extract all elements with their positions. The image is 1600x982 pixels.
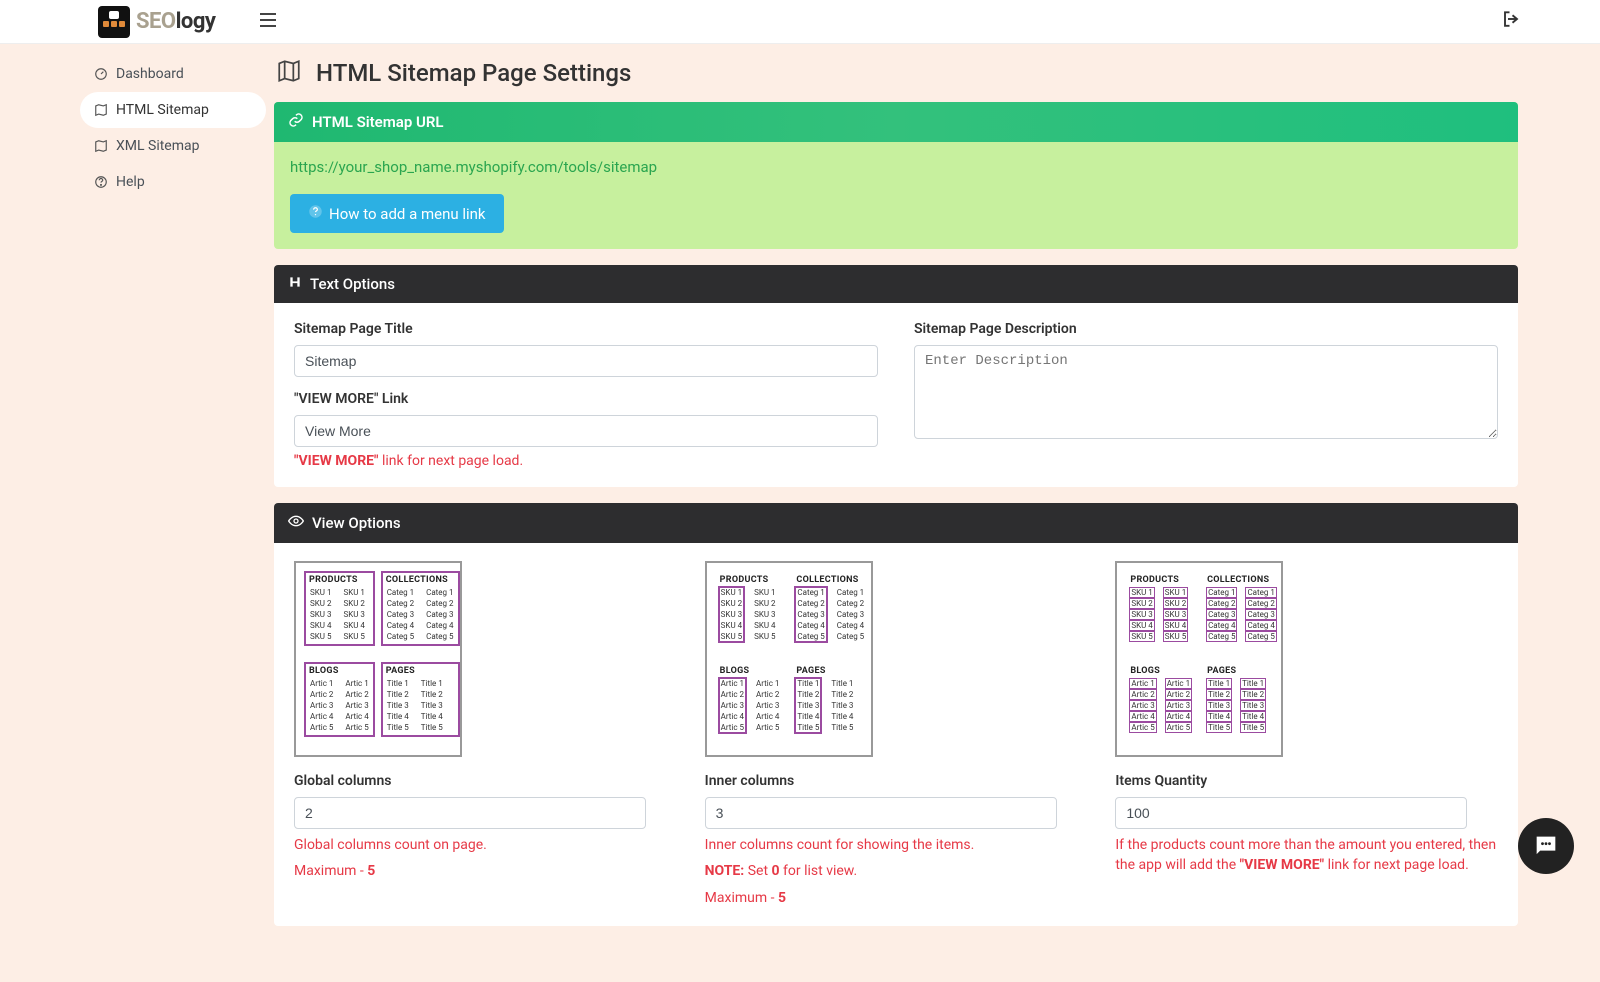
inner-columns-help: Inner columns count for showing the item… <box>705 835 1088 855</box>
view-options-panel: View Options PRODUCTSSKU 1SKU 2SKU 3SKU … <box>274 503 1518 926</box>
sitemap-url-link[interactable]: https://your_shop_name.myshopify.com/too… <box>290 158 1502 176</box>
inner-columns-label: Inner columns <box>705 773 1088 789</box>
link-icon <box>288 112 304 132</box>
global-columns-input[interactable] <box>294 797 646 829</box>
sidebar-item-label: Dashboard <box>116 66 184 82</box>
sidebar-item-label: XML Sitemap <box>116 138 200 154</box>
viewmore-input[interactable] <box>294 415 878 447</box>
inner-note-set: Set <box>744 863 771 879</box>
sidebar: Dashboard HTML Sitemap XML Sitemap Help <box>0 44 260 982</box>
map-icon <box>94 103 108 117</box>
global-columns-help: Global columns count on page. <box>294 835 677 855</box>
viewmore-help-strong: "VIEW MORE" <box>294 453 379 469</box>
view-options-heading: View Options <box>312 514 401 532</box>
chat-fab-button[interactable] <box>1518 818 1574 874</box>
app-logo: SEOlogy <box>98 6 215 38</box>
global-columns-label: Global columns <box>294 773 677 789</box>
items-quantity-input[interactable] <box>1115 797 1467 829</box>
text-options-panel: Text Options Sitemap Page Title "VIEW MO… <box>274 265 1518 487</box>
sidebar-item-html-sitemap[interactable]: HTML Sitemap <box>80 92 266 128</box>
title-label: Sitemap Page Title <box>294 321 878 337</box>
inner-note-zero: 0 <box>772 863 780 879</box>
help-icon <box>94 175 108 189</box>
inner-max-label: Maximum - <box>705 890 778 906</box>
sidebar-item-help[interactable]: Help <box>80 164 260 200</box>
help-icon <box>308 204 323 223</box>
sidebar-item-xml-sitemap[interactable]: XML Sitemap <box>80 128 260 164</box>
url-panel-heading: HTML Sitemap URL <box>312 113 444 131</box>
map-icon <box>276 58 302 88</box>
desc-label: Sitemap Page Description <box>914 321 1498 337</box>
howto-button[interactable]: How to add a menu link <box>290 194 504 233</box>
preview-items-quantity[interactable]: PRODUCTSSKU 1SKU 2SKU 3SKU 4SKU 5SKU 1SK… <box>1115 561 1283 757</box>
sidebar-item-label: Help <box>116 174 145 190</box>
text-options-heading: Text Options <box>310 275 395 293</box>
sitemap-title-input[interactable] <box>294 345 878 377</box>
logo-text-logy: logy <box>176 9 216 34</box>
inner-note-label: NOTE: <box>705 863 745 879</box>
inner-columns-input[interactable] <box>705 797 1057 829</box>
global-max-label: Maximum - <box>294 863 367 879</box>
sidebar-item-dashboard[interactable]: Dashboard <box>80 56 260 92</box>
items-help-b: "VIEW MORE" <box>1240 857 1325 873</box>
sitemap-desc-input[interactable] <box>914 345 1498 439</box>
inner-note-rest: for list view. <box>780 863 858 879</box>
logout-icon[interactable] <box>1502 10 1580 33</box>
items-quantity-label: Items Quantity <box>1115 773 1498 789</box>
preview-global-columns[interactable]: PRODUCTSSKU 1SKU 2SKU 3SKU 4SKU 5SKU 1SK… <box>294 561 462 757</box>
page-title: HTML Sitemap Page Settings <box>316 59 631 87</box>
preview-inner-columns[interactable]: PRODUCTSSKU 1SKU 2SKU 3SKU 4SKU 5SKU 1SK… <box>705 561 873 757</box>
howto-button-label: How to add a menu link <box>329 205 486 223</box>
global-max-value: 5 <box>367 863 375 879</box>
sitemap-url-panel: HTML Sitemap URL https://your_shop_name.… <box>274 102 1518 249</box>
sidebar-item-label: HTML Sitemap <box>116 102 209 118</box>
eye-icon <box>288 513 304 533</box>
logo-mark-icon <box>98 6 130 38</box>
items-help-c: link for next page load. <box>1324 857 1469 873</box>
inner-max-value: 5 <box>778 890 786 906</box>
map-icon <box>94 139 108 153</box>
page-title-row: HTML Sitemap Page Settings <box>274 58 1518 88</box>
dashboard-icon <box>94 67 108 81</box>
viewmore-label: "VIEW MORE" Link <box>294 391 878 407</box>
heading-icon <box>288 275 302 293</box>
viewmore-help-rest: link for next page load. <box>379 453 524 469</box>
menu-toggle-icon[interactable] <box>260 11 276 32</box>
logo-text-seo: SEO <box>136 9 176 34</box>
